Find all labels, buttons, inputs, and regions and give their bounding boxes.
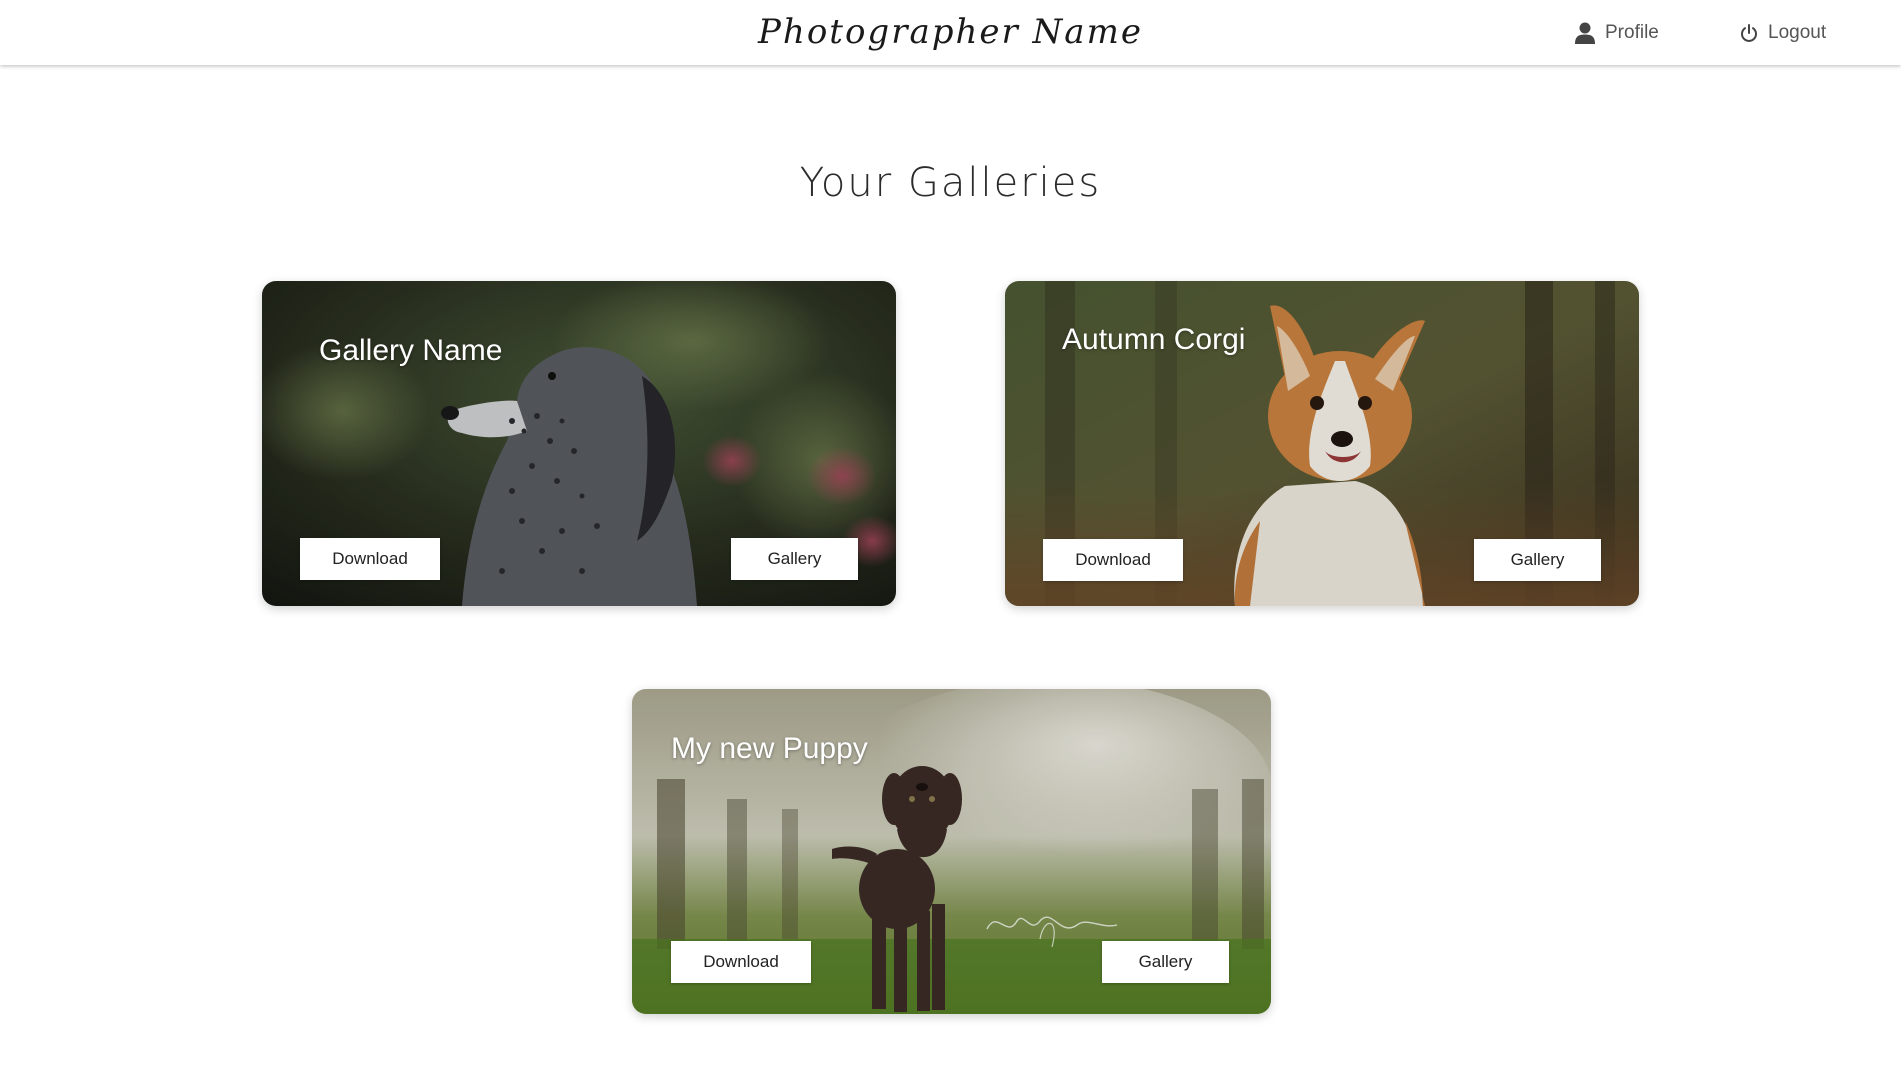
- top-navbar: Photographer Name Profile Logout: [0, 0, 1901, 65]
- download-button[interactable]: Download: [1043, 539, 1183, 581]
- power-icon: [1740, 24, 1758, 42]
- gallery-card[interactable]: My new Puppy Download Gallery: [632, 689, 1271, 1014]
- gallery-title: My new Puppy: [671, 732, 868, 765]
- download-button[interactable]: Download: [671, 941, 811, 983]
- gallery-button[interactable]: Gallery: [1102, 941, 1229, 983]
- gallery-card[interactable]: Autumn Corgi Download Gallery: [1005, 281, 1639, 606]
- gallery-button[interactable]: Gallery: [731, 538, 858, 580]
- logout-label: Logout: [1768, 22, 1827, 43]
- person-icon: [1575, 22, 1595, 44]
- gallery-title: Gallery Name: [319, 334, 503, 367]
- gallery-card[interactable]: Gallery Name Download Gallery: [262, 281, 896, 606]
- download-button[interactable]: Download: [300, 538, 440, 580]
- page-title: Your Galleries: [799, 160, 1102, 206]
- gallery-button[interactable]: Gallery: [1474, 539, 1601, 581]
- profile-label: Profile: [1605, 22, 1659, 43]
- gallery-title: Autumn Corgi: [1062, 323, 1246, 356]
- logout-link[interactable]: Logout: [1740, 18, 1826, 48]
- profile-link[interactable]: Profile: [1575, 18, 1659, 48]
